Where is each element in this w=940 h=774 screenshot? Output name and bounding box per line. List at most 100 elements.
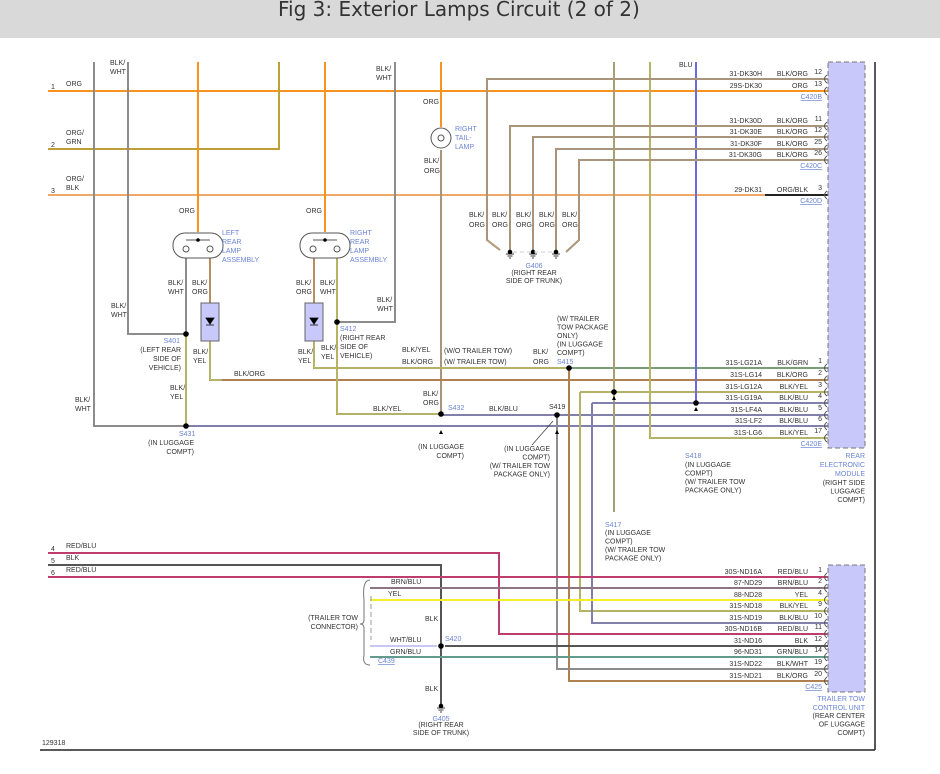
- rem-location: (RIGHT SIDE: [823, 480, 866, 487]
- wire-label: WHT: [111, 312, 128, 319]
- pin-number: 1: [818, 567, 822, 574]
- wire-label: ORG: [469, 222, 485, 229]
- wiring-diagram: 1 ORG 2 ORG/GRN 3 ORG/BLK 4 RED/BLU 5 BLK 6 RED/BLU…: [40, 60, 876, 751]
- pin-wire-color: BLK/ORG: [777, 152, 808, 159]
- lamp-node: [196, 238, 200, 242]
- pin-wire-color: BLK/BLU: [779, 395, 808, 402]
- lamp-node: [323, 238, 327, 242]
- rem-location: LUGGAGE: [830, 489, 865, 496]
- wire-label: BLK/: [562, 212, 577, 219]
- wire-label: BLK: [425, 686, 439, 693]
- wire-label: BLK/: [298, 349, 313, 356]
- label: SIDE OF TRUNK): [413, 730, 469, 737]
- wire-label: WHT: [75, 406, 92, 413]
- label: COMPT): [605, 539, 633, 546]
- wire-label: ORG: [424, 168, 440, 175]
- rem-label: ELECTRONIC: [820, 462, 865, 469]
- wire-label: BLK/: [320, 280, 335, 287]
- wire-label: BLK/: [168, 280, 183, 287]
- label: COMPT): [436, 453, 464, 460]
- rem-label: MODULE: [835, 471, 865, 478]
- label: ONLY): [557, 333, 578, 340]
- splice-id: S432: [448, 405, 464, 412]
- label: (IN LUGGAGE: [685, 462, 731, 469]
- pin-wire-color: BRN/BLU: [778, 580, 808, 587]
- left-rear-lamp-label: LAMP: [222, 248, 241, 255]
- pin-wire-color: BLK/ORG: [777, 141, 808, 148]
- ttcu-location: (REAR CENTER: [812, 713, 865, 720]
- pin-wire-color: BLK/YEL: [780, 384, 809, 391]
- splice-s415: [566, 365, 572, 371]
- pin-wire-color: BLK/BLU: [779, 407, 808, 414]
- splice-s432: [438, 411, 444, 417]
- wire-label: BLK/: [539, 212, 554, 219]
- pin-circuit: 31-DK30E: [730, 129, 763, 136]
- label: (IN LUGGAGE: [557, 342, 603, 349]
- splice-s431: [183, 423, 189, 429]
- pin-number: 2: [818, 370, 822, 377]
- wire-label: BLK/: [376, 66, 391, 73]
- pin-wire-color: BLK/ORG: [777, 71, 808, 78]
- wire-label: BLU: [679, 62, 693, 69]
- pin-number: 5: [818, 405, 822, 412]
- right-rear-lamp-icon: [299, 232, 351, 259]
- wire-label: ORG: [423, 400, 439, 407]
- wire: [555, 148, 828, 252]
- ttcu-location: OF LUGGAGE: [819, 722, 866, 729]
- splice-s412: [334, 319, 340, 325]
- pin-number: 3: [818, 185, 822, 192]
- wire-color-label: ORG/: [66, 176, 84, 183]
- pin-wire-color: GRN/BLU: [777, 649, 808, 656]
- pin-number: 12: [814, 69, 822, 76]
- splice-s401: [183, 331, 189, 337]
- pin-number: 17: [814, 428, 822, 435]
- left-rear-lamp-label: LEFT: [222, 230, 240, 237]
- wire-label: BLK/: [111, 303, 126, 310]
- label: VEHICLE): [340, 353, 372, 360]
- pin-circuit: 30S-ND16A: [725, 569, 763, 576]
- pointer-arrow: [612, 396, 616, 400]
- connector-id: C420C: [800, 163, 822, 170]
- splice-id: S418: [685, 453, 701, 460]
- wire-color-label: ORG: [66, 81, 82, 88]
- label: PACKAGE ONLY): [605, 556, 661, 563]
- wire-color-label: BLK: [66, 555, 80, 562]
- pin-wire-color: BLK/ORG: [777, 118, 808, 125]
- pin-circuit: 31S-LF4A: [730, 407, 762, 414]
- pin-wire-color: BLK/WHT: [777, 661, 809, 668]
- trailer-tow-control-unit: [827, 564, 866, 693]
- ground-node: [507, 249, 513, 255]
- pin-circuit: 31S-LG6: [734, 430, 762, 437]
- connector-id: C420E: [801, 441, 823, 448]
- label: TOW PACKAGE: [557, 325, 609, 332]
- pin-circuit: 31-DK30F: [730, 141, 762, 148]
- pin-circuit: 31S-ND22: [729, 661, 762, 668]
- rear-electronic-module: [827, 61, 866, 449]
- wire-label: YEL: [388, 591, 401, 598]
- label: (LEFT REAR: [140, 347, 181, 354]
- pin-wire-color: BLK/ORG: [777, 372, 808, 379]
- wire-label: BLK/: [170, 385, 185, 392]
- pin-circuit: 31-DK30H: [729, 71, 762, 78]
- ground-icon: [552, 253, 560, 259]
- circuit-pin-number: 3: [51, 188, 55, 195]
- wire-label: YEL: [321, 354, 334, 361]
- ground-node: [438, 703, 444, 709]
- wire-color-label: ORG/: [66, 130, 84, 137]
- pin-number: 4: [818, 393, 822, 400]
- ground-icon: [506, 253, 514, 259]
- circuit-pin-number: 1: [51, 84, 55, 91]
- splice-id: S420: [445, 636, 461, 643]
- wire-label: BLK/: [377, 297, 392, 304]
- label: (W/ TRAILER TOW: [605, 547, 666, 554]
- pin-number: 26: [814, 150, 822, 157]
- pin-number: 20: [814, 671, 822, 678]
- pin-circuit: 31-DK30D: [729, 118, 762, 125]
- splice-id: S412: [340, 326, 356, 333]
- pin-number: 12: [814, 636, 822, 643]
- pin-number: 25: [814, 139, 822, 146]
- wire: [337, 62, 396, 323]
- wire-label: ORG: [562, 222, 578, 229]
- wire-label: YEL: [298, 358, 311, 365]
- label: SIDE OF: [153, 356, 181, 363]
